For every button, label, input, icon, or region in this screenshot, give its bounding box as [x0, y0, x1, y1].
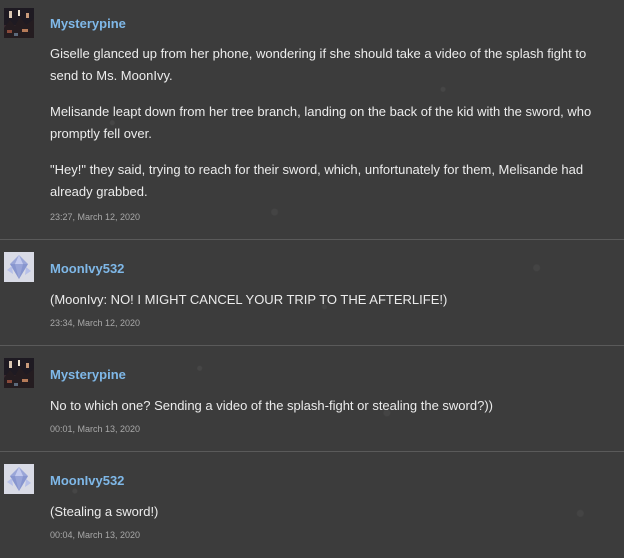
author-name[interactable]: Mysterypine [50, 367, 126, 382]
timestamp: 23:34, March 12, 2020 [50, 318, 141, 328]
author-name[interactable]: Mysterypine [50, 16, 126, 31]
comment-paragraph: (Stealing a sword!) [50, 504, 159, 519]
timestamp: 23:27, March 12, 2020 [50, 212, 141, 222]
comment-post: Mysterypine Giselle glanced up from her … [0, 0, 624, 240]
timestamp: 00:04, March 13, 2020 [50, 530, 141, 540]
landscape-avatar-icon[interactable] [4, 358, 34, 388]
author-name[interactable]: MoonIvy532 [50, 261, 124, 276]
comment-body: Giselle glanced up from her phone, wonde… [50, 43, 616, 217]
landscape-avatar-icon[interactable] [4, 8, 34, 38]
crystal-avatar-icon[interactable] [4, 464, 34, 494]
comment-paragraph: (MoonIvy: NO! I MIGHT CANCEL YOUR TRIP T… [50, 292, 448, 307]
comment-post: MoonIvy532 (MoonIvy: NO! I MIGHT CANCEL … [0, 240, 624, 346]
comment-paragraph: No to which one? Sending a video of the … [50, 398, 493, 413]
comment-paragraph: "Hey!" they said, trying to reach for th… [50, 162, 584, 199]
comment-post: Mysterypine No to which one? Sending a v… [0, 346, 624, 452]
timestamp: 00:01, March 13, 2020 [50, 424, 141, 434]
author-name[interactable]: MoonIvy532 [50, 473, 124, 488]
comment-post: MoonIvy532 (Stealing a sword!) 00:04, Ma… [0, 452, 624, 558]
comment-paragraph: Melisande leapt down from her tree branc… [50, 104, 592, 141]
crystal-avatar-icon[interactable] [4, 252, 34, 282]
comment-paragraph: Giselle glanced up from her phone, wonde… [50, 46, 587, 83]
